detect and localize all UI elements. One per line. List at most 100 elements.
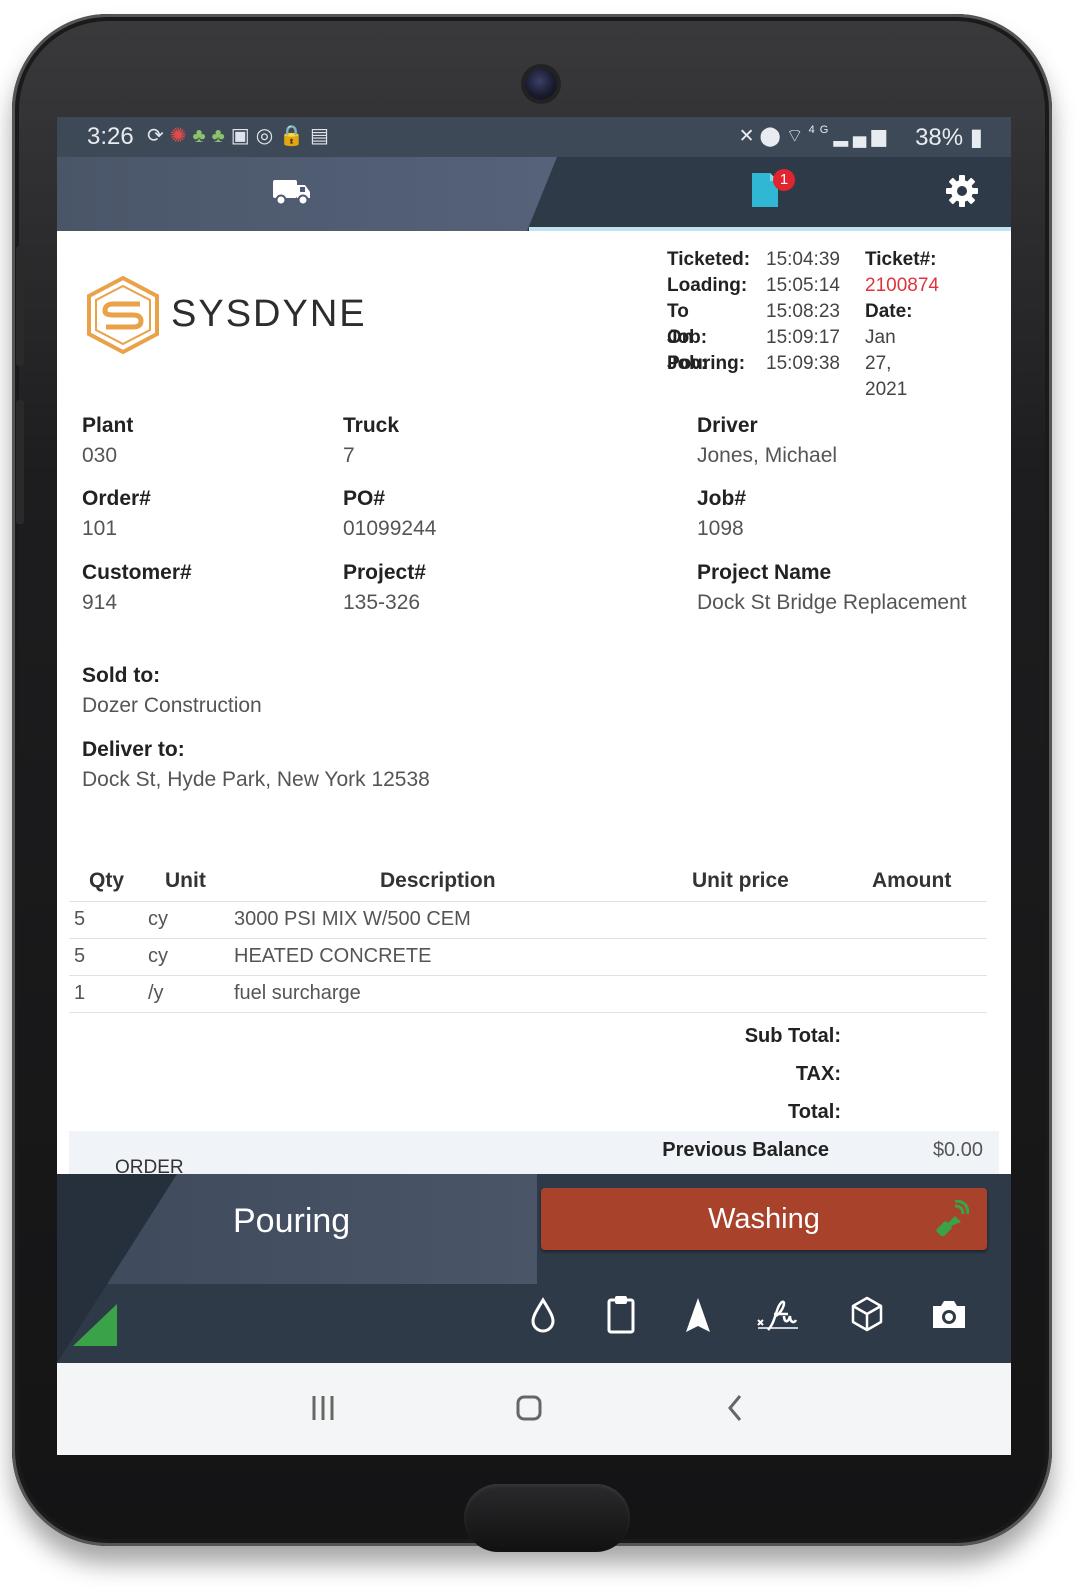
ticketed-time: 15:04:39 xyxy=(766,249,840,270)
ticket-number-label: Ticket#: xyxy=(865,249,937,270)
android-nav-bar xyxy=(57,1363,1011,1455)
current-status: Pouring xyxy=(233,1202,351,1240)
action-panel: Pouring Washing xyxy=(57,1174,1011,1363)
gear-icon[interactable] xyxy=(945,174,979,208)
po-label: PO# xyxy=(343,487,386,510)
clipboard-status-icon: ▤ xyxy=(310,125,335,147)
front-camera xyxy=(525,68,557,100)
item-qty: 1 xyxy=(74,982,86,1004)
connection-status-icon xyxy=(73,1304,117,1346)
unit-header: Unit xyxy=(165,869,206,892)
previous-balance-row: Previous Balance $0.00 xyxy=(69,1131,999,1175)
gps-satellite-icon xyxy=(936,1200,969,1236)
next-status-label: Washing xyxy=(708,1203,820,1235)
pouring-label: Pouring: xyxy=(667,353,746,374)
camera-icon[interactable] xyxy=(925,1292,973,1338)
project-name-field: Project Name Dock St Bridge Replacement xyxy=(697,561,967,615)
table-row: 1 /y fuel surcharge xyxy=(69,975,987,1013)
to-job-time: 15:08:23 xyxy=(766,301,840,322)
system-icons: ✕⬤⌔4G▂▄▆ xyxy=(739,124,891,148)
location-icon: ⬤ xyxy=(759,126,786,147)
battery-icon: ▮ xyxy=(963,124,983,151)
power-button xyxy=(16,400,24,524)
ticketed-label: Ticketed: xyxy=(667,249,751,270)
item-description: 3000 PSI MIX W/500 CEM xyxy=(234,908,471,930)
pouring-time: 15:09:38 xyxy=(766,353,840,374)
loading-label: Loading: xyxy=(667,275,748,296)
plant-label: Plant xyxy=(82,414,134,437)
po-field: PO# 01099244 xyxy=(343,487,436,541)
plant-field: Plant 030 xyxy=(82,414,133,468)
order-field: Order# 101 xyxy=(82,487,151,541)
item-qty: 5 xyxy=(74,908,86,930)
navigation-arrow-icon[interactable] xyxy=(674,1292,722,1338)
ticket-number: 2100874 xyxy=(865,275,939,296)
table-row: 5 cy HEATED CONCRETE xyxy=(69,938,987,975)
app-top-bar: 1 xyxy=(57,157,1011,231)
project-field: Project# 135-326 xyxy=(343,561,426,615)
unit-price-header: Unit price xyxy=(692,869,789,892)
sysdyne-logo xyxy=(87,275,159,355)
sync-icon: ⟳ xyxy=(147,125,170,147)
item-description: fuel surcharge xyxy=(234,982,361,1004)
tax-label: TAX: xyxy=(795,1063,841,1085)
palm-icon: ♣ xyxy=(192,125,212,147)
customer-value: 914 xyxy=(82,591,118,614)
description-header: Description xyxy=(380,869,496,892)
sub-total-label: Sub Total: xyxy=(744,1025,841,1047)
back-button[interactable] xyxy=(705,1383,765,1433)
project-name-label: Project Name xyxy=(697,561,832,584)
network-type: 4G xyxy=(808,124,834,136)
truck-label: Truck xyxy=(343,414,400,437)
on-job-time: 15:09:17 xyxy=(766,327,840,348)
app-screen: 3:26 ⟳✺♣♣▣◎🔒▤ ✕⬤⌔4G▂▄▆ 38% ▮ 1 SYSDYNE T… xyxy=(57,117,1011,1455)
mute-icon: ✕ xyxy=(738,126,760,147)
truck-icon[interactable] xyxy=(272,177,312,207)
qty-header: Qty xyxy=(89,869,125,892)
status-time: 3:26 xyxy=(87,123,134,150)
sold-to-field: Sold to: Dozer Construction xyxy=(82,664,262,718)
loading-time: 15:05:14 xyxy=(766,275,840,296)
signal-icon: ▂▄▆ xyxy=(833,126,891,147)
amount-header: Amount xyxy=(872,869,952,892)
signature-icon[interactable] xyxy=(754,1292,802,1338)
customer-field: Customer# 914 xyxy=(82,561,192,615)
clipboard-icon[interactable] xyxy=(597,1292,645,1338)
lock-icon: 🔒 xyxy=(279,125,311,147)
project-value: 135-326 xyxy=(343,591,421,614)
sold-to-value: Dozer Construction xyxy=(82,694,262,717)
volume-button xyxy=(16,246,24,366)
image-icon: ▣ xyxy=(230,125,256,147)
cube-icon[interactable] xyxy=(843,1292,891,1338)
home-button[interactable] xyxy=(499,1383,559,1433)
driver-label: Driver xyxy=(697,414,758,437)
status-bar: 3:26 ⟳✺♣♣▣◎🔒▤ ✕⬤⌔4G▂▄▆ 38% ▮ xyxy=(57,117,1011,157)
item-unit: cy xyxy=(148,945,168,967)
recents-button[interactable] xyxy=(293,1383,353,1433)
driver-field: Driver Jones, Michael xyxy=(697,414,837,468)
total-label: Total: xyxy=(788,1101,841,1123)
order-label: Order# xyxy=(82,487,151,510)
job-field: Job# 1098 xyxy=(697,487,746,541)
battery-indicator: 38% ▮ xyxy=(915,123,983,152)
ticket-count-badge: 1 xyxy=(773,169,795,191)
active-tab-indicator xyxy=(529,227,1011,231)
sold-to-label: Sold to: xyxy=(82,664,161,687)
item-unit: cy xyxy=(148,908,168,930)
hardware-home-key xyxy=(464,1484,630,1552)
date-label: Date: xyxy=(865,301,913,322)
previous-balance-label: Previous Balance xyxy=(662,1139,829,1161)
next-status-button[interactable]: Washing xyxy=(541,1188,987,1250)
truck-value: 7 xyxy=(343,444,355,467)
items-table: 5 cy 3000 PSI MIX W/500 CEM 5 cy HEATED … xyxy=(69,901,987,1013)
customer-label: Customer# xyxy=(82,561,192,584)
deliver-to-label: Deliver to: xyxy=(82,738,185,761)
po-value: 01099244 xyxy=(343,517,437,540)
deliver-to-value: Dock St, Hyde Park, New York 12538 xyxy=(82,768,430,791)
water-drop-icon[interactable] xyxy=(519,1292,567,1338)
order-value: 101 xyxy=(82,517,118,540)
table-row: 5 cy 3000 PSI MIX W/500 CEM xyxy=(69,901,987,938)
job-label: Job# xyxy=(697,487,747,510)
truck-field: Truck 7 xyxy=(343,414,399,468)
plant-value: 030 xyxy=(82,444,118,467)
